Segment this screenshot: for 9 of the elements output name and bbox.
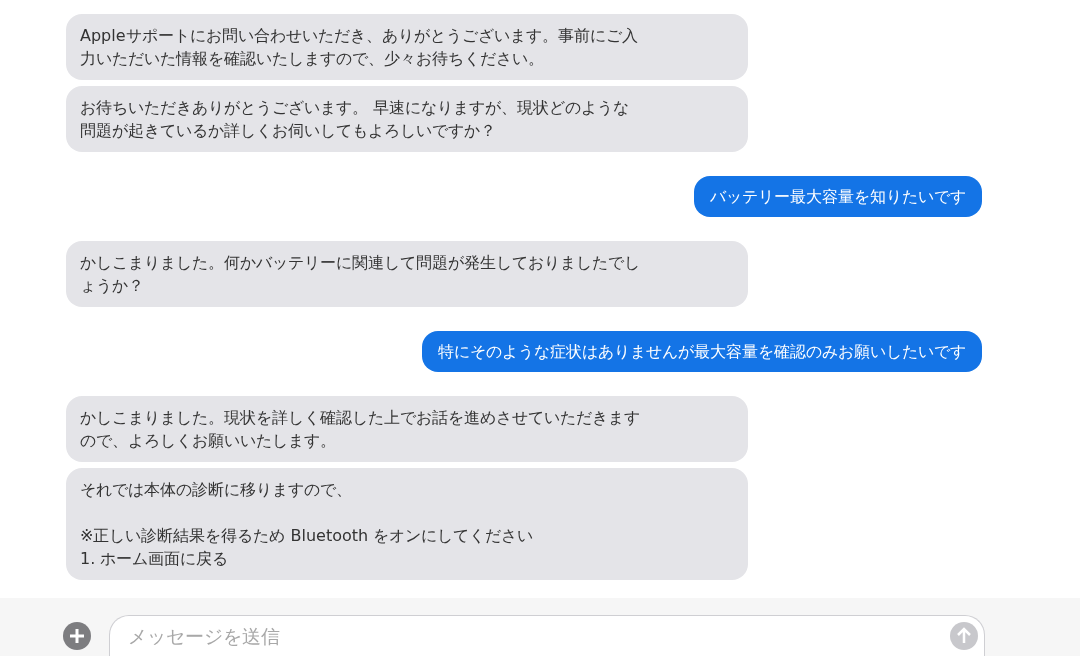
message-bubble: それでは本体の診断に移りますので、 ※正しい診断結果を得るため Bluetooth をオンにしてください 1. ホーム画面に戻る	[66, 468, 748, 580]
plus-icon[interactable]	[63, 622, 91, 650]
message-bubble: 特にそのような症状はありませんが最大容量を確認のみお願いしたいです	[422, 331, 982, 372]
message-field[interactable]: メッセージを送信	[109, 615, 985, 656]
message-bubble: お待ちいただきありがとうございます。 早速になりますが、現状どのような問題が起きているか詳しくお伺いしてもよろしいですか？	[66, 86, 748, 152]
message-bubble: Appleサポートにお問い合わせいただき、ありがとうございます。事前にご入力いただいた情報を確認いたしますので、少々お待ちください。	[66, 14, 748, 80]
message-bubble: かしこまりました。何かバッテリーに関連して問題が発生しておりましたでしょうか？	[66, 241, 748, 307]
message-bubble: バッテリー最大容量を知りたいです	[694, 176, 982, 217]
message-bubble: かしこまりました。現状を詳しく確認した上でお話を進めさせていただきますので、よろしくお願いいたします。	[66, 396, 748, 462]
